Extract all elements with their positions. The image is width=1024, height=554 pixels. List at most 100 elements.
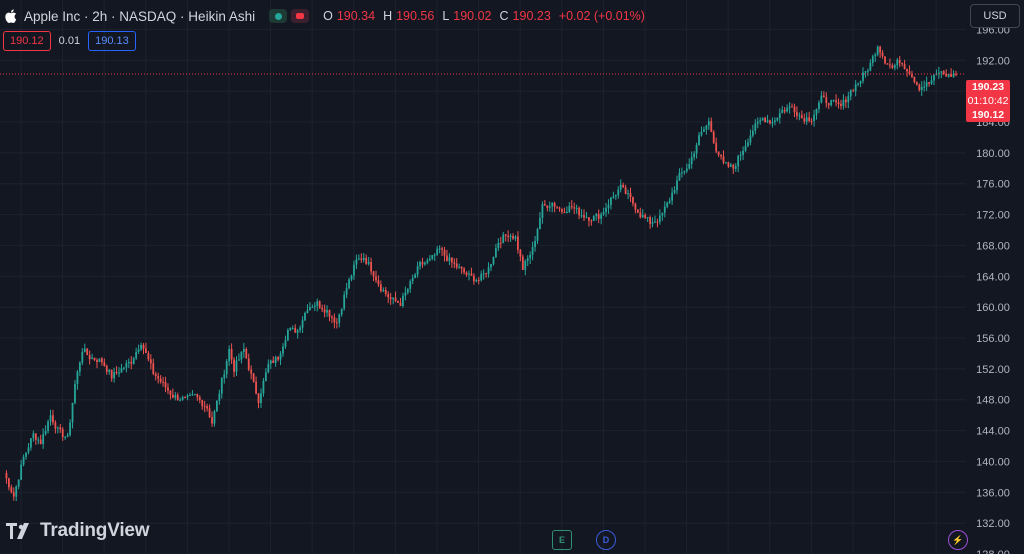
candle-body	[392, 297, 395, 300]
candle-body	[313, 305, 316, 308]
candle-body	[311, 307, 314, 309]
candle-body	[247, 358, 250, 370]
candle-body	[685, 168, 688, 172]
candle-body	[154, 373, 157, 377]
candle-body	[272, 360, 275, 364]
candle-body	[955, 73, 957, 75]
candle-body	[145, 348, 147, 353]
candle-body	[193, 394, 196, 396]
candle-body	[820, 95, 823, 103]
candle-body	[179, 399, 182, 401]
candle-body	[739, 154, 742, 156]
y-tick-label: 156.00	[976, 333, 1010, 345]
candle-body	[260, 393, 262, 404]
candle-body	[825, 97, 828, 104]
candle-body	[333, 317, 336, 323]
candle-body	[879, 46, 882, 53]
candle-body	[52, 415, 54, 423]
candle-body	[737, 155, 740, 167]
candle-body	[796, 112, 798, 116]
price-change: +0.02 (+0.01%)	[558, 9, 645, 23]
candle-body	[42, 434, 45, 444]
candle-body	[521, 256, 524, 270]
candle-body	[487, 267, 490, 274]
candle-body	[355, 259, 358, 265]
candle-body	[113, 371, 116, 379]
candle-body	[529, 254, 532, 259]
candle-body	[632, 197, 634, 204]
candle-body	[759, 120, 762, 122]
candle-body	[140, 344, 142, 350]
candle-body	[646, 217, 649, 219]
candle-body	[585, 217, 588, 219]
candle-body	[693, 153, 696, 158]
candle-body	[874, 54, 877, 57]
candle-body	[338, 314, 341, 323]
candle-body	[725, 162, 727, 164]
candle-body	[169, 390, 172, 395]
candle-body	[304, 313, 306, 321]
candle-body	[414, 274, 417, 278]
candle-body	[769, 120, 771, 124]
candle-body	[673, 190, 676, 193]
candle-body	[641, 214, 644, 218]
candle-body	[808, 117, 811, 121]
market-status[interactable]	[269, 9, 310, 23]
candle-body	[426, 260, 429, 263]
candle-body	[844, 99, 847, 103]
data-status-indicator[interactable]	[291, 9, 310, 23]
candle-body	[933, 74, 935, 81]
currency-selector[interactable]: USD	[970, 4, 1020, 28]
earnings-icon[interactable]: E	[552, 530, 572, 550]
candle-body	[573, 207, 576, 209]
candle-body	[636, 209, 639, 213]
buy-button[interactable]: 190.13	[88, 31, 136, 51]
candle-body	[424, 262, 426, 265]
candle-body	[756, 121, 759, 124]
candle-body	[453, 262, 456, 264]
split-icon[interactable]: ⚡	[948, 530, 968, 550]
candle-body	[639, 212, 642, 218]
ohlc-open-key: O	[323, 9, 333, 23]
tradingview-logo[interactable]: TradingView	[6, 520, 150, 542]
dividend-icon[interactable]: D	[596, 530, 616, 550]
y-tick-label: 148.00	[976, 395, 1010, 407]
market-open-indicator[interactable]	[269, 9, 288, 23]
candle-body	[605, 207, 607, 213]
candle-body	[901, 63, 904, 65]
candle-body	[517, 236, 519, 250]
candle-body	[162, 381, 164, 383]
candle-body	[788, 106, 791, 108]
y-tick-label: 152.00	[976, 364, 1010, 376]
candle-body	[666, 202, 669, 207]
candle-body	[255, 381, 257, 394]
candle-body	[299, 327, 302, 331]
candle-body	[607, 204, 610, 208]
candle-body	[502, 234, 505, 243]
candle-body	[433, 254, 436, 256]
candle-body	[751, 130, 754, 136]
price-chart[interactable]: 128.00 132.00 136.00 140.00 144.00 148.00 152.…	[0, 0, 1024, 554]
candle-body	[301, 320, 304, 328]
candle-body	[761, 117, 764, 121]
chart-title[interactable]: Apple Inc · 2h · NASDAQ · Heikin Ashi	[24, 9, 255, 24]
candle-body	[903, 64, 906, 69]
candle-body	[323, 309, 326, 313]
candle-body	[754, 123, 757, 131]
candle-body	[25, 452, 27, 457]
candle-body	[563, 211, 566, 214]
chart-grid	[0, 0, 966, 554]
sell-button[interactable]: 190.12	[3, 31, 51, 51]
candle-body	[805, 117, 808, 122]
candle-body	[480, 273, 483, 281]
ohlc-values: O 190.34 H 190.56 L 190.02 C 190.23 +0.02 (+…	[323, 9, 649, 23]
candle-body	[318, 301, 321, 308]
candle-body	[130, 362, 133, 364]
ohlc-close-key: C	[499, 9, 509, 23]
brand-name: TradingView	[40, 520, 150, 541]
candle-body	[644, 214, 647, 218]
candle-body	[558, 207, 561, 209]
candle-body	[201, 400, 204, 407]
candle-body	[649, 217, 651, 224]
candle-body	[832, 100, 835, 102]
